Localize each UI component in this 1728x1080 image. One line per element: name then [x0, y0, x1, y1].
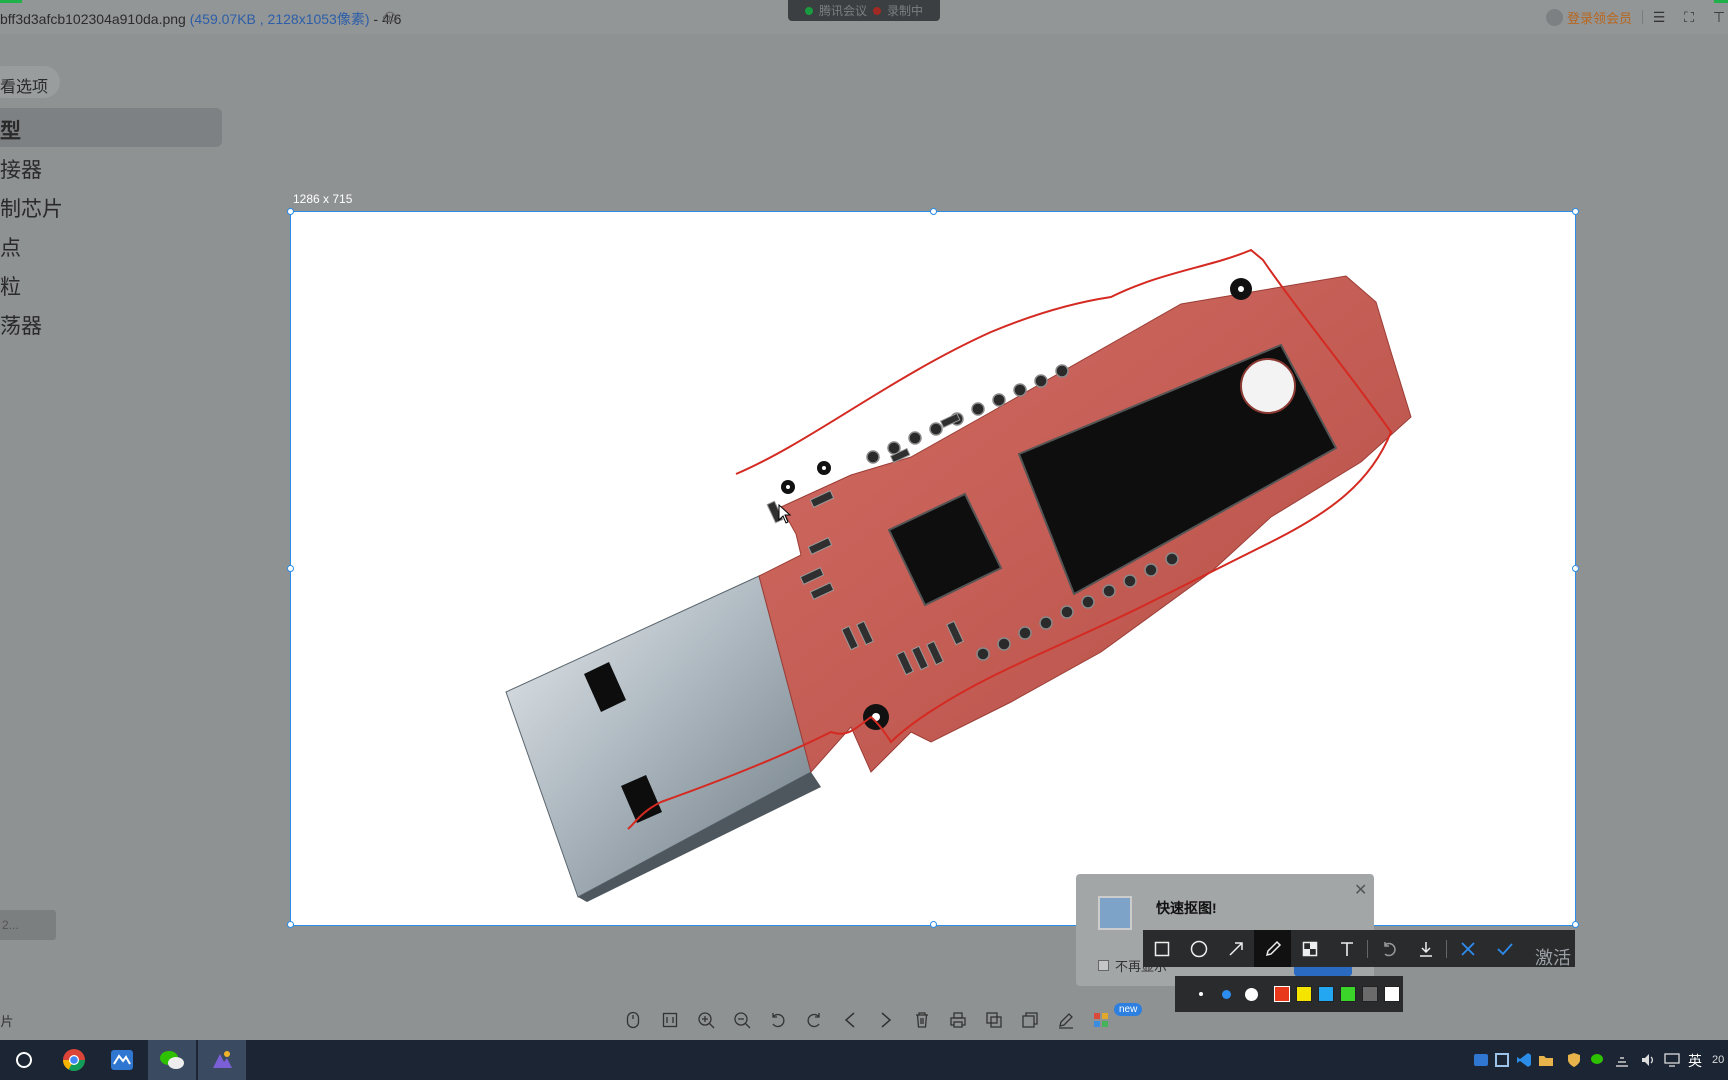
prev-icon[interactable] — [839, 1009, 861, 1031]
resize-handle[interactable] — [287, 565, 294, 572]
tray-display-icon[interactable] — [1664, 1052, 1680, 1068]
cortana-icon[interactable] — [0, 1040, 48, 1080]
rotate-left-icon[interactable] — [767, 1009, 789, 1031]
resize-handle[interactable] — [287, 921, 294, 928]
login-label: 登录领会员 — [1567, 11, 1633, 26]
pin-icon[interactable]: ⊤ — [1710, 8, 1728, 26]
viewer-toolbar: 片 — [0, 1000, 1728, 1040]
status-marker — [1714, 0, 1728, 3]
zoom-in-icon[interactable] — [695, 1009, 717, 1031]
window-title: bff3d3afcb102304a910da.png (459.07KB , 2… — [0, 9, 401, 29]
print-icon[interactable] — [947, 1009, 969, 1031]
meeting-app-label: 腾讯会议 — [818, 4, 867, 18]
mouse-icon[interactable] — [622, 1009, 644, 1031]
resize-handle[interactable] — [1572, 208, 1579, 215]
pcb-board — [758, 275, 1412, 774]
file-info: (459.07KB , 2128x1053像素) — [189, 11, 370, 27]
tray-vscode-icon[interactable] — [1516, 1052, 1532, 1068]
sidebar-footer[interactable]: 2... — [0, 910, 56, 940]
status-marker — [0, 0, 22, 3]
ellipse-icon[interactable] — [1180, 930, 1217, 967]
sidebar-item[interactable]: 粒 — [0, 264, 222, 303]
arrow-icon[interactable] — [1217, 930, 1254, 967]
recording-status: 录制中 — [887, 4, 924, 18]
app-gallery-icon[interactable] — [198, 1040, 246, 1080]
pen-size-large[interactable] — [1239, 987, 1264, 1001]
divider — [1642, 10, 1643, 24]
cutout-user-icon — [1098, 896, 1132, 930]
rectangle-icon[interactable] — [1143, 930, 1180, 967]
pen-size-medium[interactable] — [1214, 989, 1239, 999]
text-icon[interactable] — [1328, 930, 1365, 967]
meeting-dot-icon — [804, 6, 813, 15]
resize-handle[interactable] — [287, 208, 294, 215]
record-dot-icon — [873, 6, 881, 15]
sidebar-item[interactable]: 制芯片 — [0, 186, 222, 225]
screenshot-toolbar — [1143, 930, 1575, 967]
new-badge: new — [1114, 1003, 1143, 1016]
apps-icon[interactable] — [1090, 1009, 1112, 1031]
undo-icon[interactable] — [1370, 930, 1407, 967]
resize-handle[interactable] — [1572, 565, 1579, 572]
activation-watermark: 激活 — [1535, 948, 1571, 968]
zoom-out-icon[interactable] — [731, 1009, 753, 1031]
meeting-indicator[interactable]: 腾讯会议 录制中 — [788, 0, 940, 21]
divider — [1367, 939, 1368, 958]
mosaic-icon[interactable] — [1291, 930, 1328, 967]
resize-handle[interactable] — [930, 208, 937, 215]
window-titlebar: bff3d3afcb102304a910da.png (459.07KB , 2… — [0, 0, 1728, 34]
download-icon[interactable] — [1407, 930, 1444, 967]
wechat-icon[interactable] — [148, 1040, 196, 1080]
sidebar-item[interactable]: 荡器 — [0, 303, 222, 342]
input-method-indicator[interactable]: 英 — [1688, 1051, 1702, 1071]
divider — [1446, 939, 1447, 958]
edit-icon[interactable] — [1055, 1009, 1077, 1031]
selection-size-label: 1286 x 715 — [293, 192, 353, 206]
sidebar: 型 接器 制芯片 点 粒 荡器 — [0, 108, 222, 342]
confirm-icon[interactable] — [1486, 930, 1523, 967]
pen-size-small[interactable] — [1189, 992, 1214, 996]
usb-pcb-image — [505, 248, 1412, 902]
pencil-icon[interactable] — [1254, 930, 1291, 967]
viewer-left-label: 片 — [0, 1013, 14, 1029]
chrome-icon[interactable] — [50, 1040, 98, 1080]
file-name: bff3d3afcb102304a910da.png — [0, 11, 186, 27]
resize-handle[interactable] — [930, 921, 937, 928]
taskbar: 英 20 — [0, 1040, 1728, 1080]
tray-shield-icon[interactable] — [1566, 1052, 1582, 1068]
menu-icon[interactable]: ☰ — [1650, 8, 1668, 26]
sidebar-item[interactable]: 点 — [0, 225, 222, 264]
tray-volume-icon[interactable] — [1640, 1052, 1656, 1068]
clock[interactable]: 20 — [1712, 1054, 1724, 1066]
tray-wechat-icon[interactable] — [1590, 1052, 1606, 1068]
tray-folder-icon[interactable] — [1538, 1052, 1554, 1068]
cloud-upload-icon[interactable] — [381, 8, 398, 25]
sidebar-item[interactable]: 型 — [0, 108, 222, 147]
rotate-right-icon[interactable] — [803, 1009, 825, 1031]
fullscreen-icon[interactable]: ⛶ — [1680, 8, 1698, 26]
login-button[interactable]: 登录领会员 — [1546, 8, 1632, 27]
fit-icon[interactable] — [659, 1009, 681, 1031]
selection-region[interactable] — [290, 211, 1576, 926]
copy-icon[interactable] — [1019, 1009, 1041, 1031]
filter-options[interactable]: 看选项 — [0, 66, 60, 98]
next-icon[interactable] — [875, 1009, 897, 1031]
app-blue-icon[interactable] — [98, 1040, 146, 1080]
cancel-icon[interactable] — [1449, 930, 1486, 967]
tray-screenshot-icon[interactable] — [1494, 1052, 1510, 1068]
compare-icon[interactable] — [983, 1009, 1005, 1031]
resize-handle[interactable] — [1572, 921, 1579, 928]
delete-icon[interactable] — [911, 1009, 933, 1031]
avatar-icon — [1546, 9, 1563, 26]
tray-network-icon[interactable] — [1614, 1052, 1630, 1068]
popup-title: 快速抠图! — [1156, 900, 1217, 916]
close-icon[interactable]: ✕ — [1354, 880, 1367, 900]
mouse-cursor-icon — [778, 504, 792, 524]
sidebar-item[interactable]: 接器 — [0, 147, 222, 186]
checkbox-icon[interactable] — [1098, 960, 1109, 971]
tray-app-icon[interactable] — [1473, 1052, 1489, 1068]
